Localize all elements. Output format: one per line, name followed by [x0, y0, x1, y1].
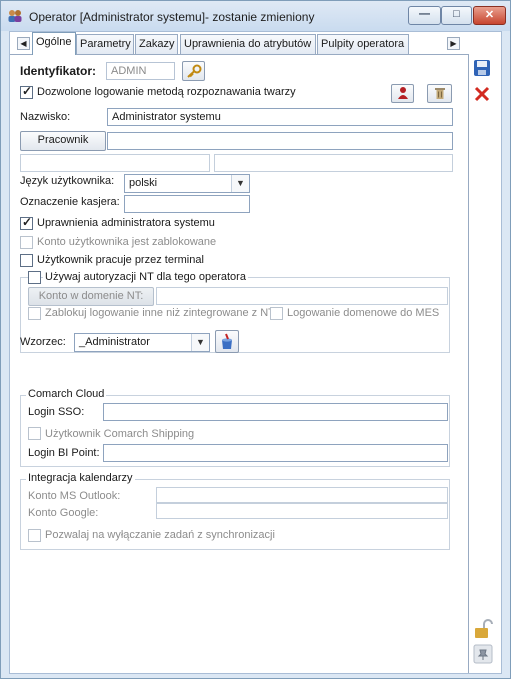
padlock-icon	[475, 619, 493, 638]
konto-zablokowane-checkbox	[20, 236, 33, 249]
jezyk-label: Język użytkownika:	[20, 175, 115, 187]
unlock-button[interactable]	[472, 618, 494, 640]
wzorzec-value: _Administrator	[79, 336, 150, 348]
pracownik-button-label: Pracownik	[37, 134, 89, 146]
tab-strip: ◀ Ogólne Parametry Zakazy Uprawnienia do…	[10, 32, 501, 55]
nazwisko-field[interactable]: Administrator systemu	[107, 108, 453, 126]
face-scan-button[interactable]	[391, 84, 414, 103]
operators-icon	[8, 10, 22, 22]
login-bi-label: Login BI Point:	[28, 447, 100, 459]
nt-checkbox[interactable]	[28, 271, 41, 284]
cancel-button[interactable]	[472, 84, 494, 106]
konto-domenie-button: Konto w domenie NT:	[28, 287, 154, 306]
pracownik-extra-field-2	[214, 154, 453, 172]
tab-pulpity-operatora[interactable]: Pulpity operatora	[317, 34, 409, 54]
outlook-label: Konto MS Outlook:	[28, 490, 121, 502]
operator-window: Operator [Administrator systemu]- zostan…	[0, 0, 511, 679]
tab-label: Pulpity operatora	[321, 38, 405, 50]
sync-label: Pozwalaj na wyłączanie zadań z synchroni…	[45, 529, 275, 541]
apply-template-button[interactable]	[215, 330, 239, 353]
uprawnienia-admin-label: Uprawnienia administratora systemu	[37, 217, 215, 229]
person-red-icon	[397, 87, 408, 99]
nazwisko-label: Nazwisko:	[20, 111, 71, 123]
key-button[interactable]	[182, 61, 205, 81]
logowanie-mes-label: Logowanie domenowe do MES	[287, 307, 440, 319]
identyfikator-field[interactable]: ADMIN	[106, 62, 175, 80]
tab-label: Uprawnienia do atrybutów	[184, 38, 312, 50]
close-red-icon	[474, 86, 490, 102]
pracownik-extra-field-1	[20, 154, 210, 172]
tab-label: Ogólne	[36, 36, 72, 48]
login-bi-field[interactable]	[103, 444, 448, 462]
identyfikator-label: Identyfikator:	[20, 64, 97, 78]
pin-button[interactable]	[472, 644, 494, 666]
kasjer-field[interactable]	[124, 195, 250, 213]
pracownik-button[interactable]: Pracownik	[20, 131, 106, 151]
general-panel: Identyfikator: ADMIN ✓ Dozwolone logowan…	[10, 54, 469, 673]
calendar-title: Integracja kalendarzy	[26, 472, 135, 484]
minimize-icon: —	[419, 8, 430, 20]
google-field	[156, 503, 448, 519]
close-button[interactable]: ✕	[473, 6, 506, 25]
tab-label: Parametry	[80, 38, 131, 50]
tab-ogolne[interactable]: Ogólne	[32, 32, 76, 55]
maximize-icon: □	[453, 8, 460, 20]
konto-domenie-label: Konto w domenie NT:	[38, 290, 144, 302]
terminal-label: Użytkownik pracuje przez terminal	[37, 254, 204, 266]
chevron-down-icon: ▼	[191, 334, 209, 351]
minimize-button[interactable]: —	[408, 6, 441, 25]
zablokuj-label: Zablokuj logowanie inne niż zintegrowane…	[45, 307, 275, 319]
wzorzec-select[interactable]: _Administrator ▼	[74, 333, 210, 352]
save-button[interactable]	[472, 58, 494, 80]
close-icon: ✕	[484, 9, 495, 21]
login-sso-label: Login SSO:	[28, 406, 85, 418]
tab-parametry[interactable]: Parametry	[76, 34, 134, 54]
chevron-down-icon: ▼	[231, 175, 249, 192]
google-label: Konto Google:	[28, 507, 99, 519]
key-icon	[186, 64, 201, 78]
bucket-icon	[222, 333, 232, 349]
login-sso-field[interactable]	[103, 403, 448, 421]
shipping-checkbox	[28, 427, 41, 440]
client-area: ◀ Ogólne Parametry Zakazy Uprawnienia do…	[9, 31, 502, 674]
logowanie-mes-checkbox	[270, 307, 283, 320]
tab-zakazy[interactable]: Zakazy	[135, 34, 178, 54]
jezyk-select[interactable]: polski ▼	[124, 174, 250, 193]
kasjer-label: Oznaczenie kasjera:	[20, 196, 120, 208]
konto-zablokowane-label: Konto użytkownika jest zablokowane	[37, 236, 217, 248]
tab-uprawnienia-atrybutow[interactable]: Uprawnienia do atrybutów	[180, 34, 316, 54]
zablokuj-checkbox	[28, 307, 41, 320]
face-login-checkbox[interactable]: ✓	[20, 84, 33, 99]
konto-domenie-field	[156, 287, 448, 305]
terminal-checkbox[interactable]	[20, 254, 33, 267]
checkmark-icon: ✓	[22, 84, 33, 98]
maximize-button[interactable]: □	[441, 6, 472, 25]
delete-face-button[interactable]	[427, 84, 452, 103]
window-title: Operator [Administrator systemu]- zostan…	[29, 10, 315, 24]
uprawnienia-admin-checkbox[interactable]: ✓	[20, 215, 33, 230]
trash-icon	[434, 88, 445, 99]
floppy-icon	[474, 60, 490, 76]
outlook-field	[156, 487, 448, 503]
pracownik-field[interactable]	[107, 132, 453, 150]
jezyk-value: polski	[129, 177, 158, 189]
tab-label: Zakazy	[139, 38, 175, 50]
tab-scroll-right-icon[interactable]: ▶	[447, 37, 460, 50]
checkmark-icon: ✓	[22, 215, 33, 229]
pin-icon	[473, 644, 493, 664]
face-login-label: Dozwolone logowanie metodą rozpoznawania…	[37, 86, 296, 98]
wzorzec-label: Wzorzec:	[20, 336, 66, 348]
nt-label: Używaj autoryzacji NT dla tego operatora	[43, 271, 248, 283]
title-bar: Operator [Administrator systemu]- zostan…	[1, 1, 510, 31]
cloud-title: Comarch Cloud	[26, 388, 107, 400]
shipping-label: Użytkownik Comarch Shipping	[45, 428, 195, 440]
tab-scroll-left-icon[interactable]: ◀	[17, 37, 30, 50]
sync-checkbox	[28, 529, 41, 542]
